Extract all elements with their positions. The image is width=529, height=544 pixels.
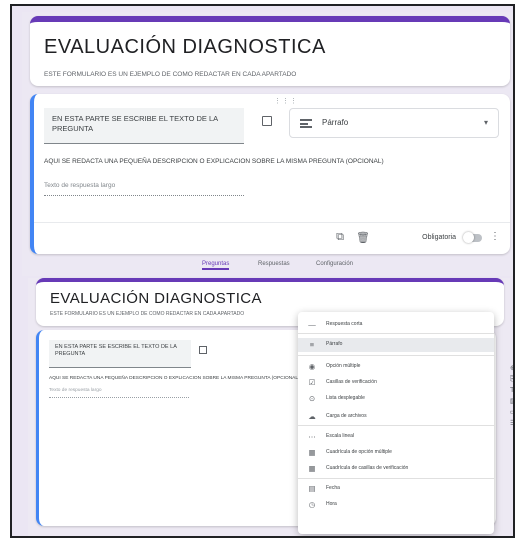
question-type-select[interactable]: Párrafo ▾ xyxy=(289,108,499,138)
menu-divider xyxy=(298,425,494,426)
menu-item-grid[interactable]: ▦ Cuadrícula de opción múltiple xyxy=(298,446,494,460)
menu-item-linear-scale[interactable]: ⋯ Escala lineal xyxy=(298,430,494,444)
menu-item-checkbox[interactable]: ☑ Casillas de verificación xyxy=(298,376,494,390)
tab-respuestas[interactable]: Respuestas xyxy=(258,261,290,267)
checkbox-grid-icon: ▦ xyxy=(308,464,316,473)
add-image-icon[interactable]: ▨ xyxy=(510,398,513,406)
tab-preguntas[interactable]: Preguntas xyxy=(202,261,230,270)
question-footer: ⧉ 🗑 Obligatoria ⋮ xyxy=(34,222,510,254)
question-title-input-small[interactable]: EN ESTA PARTE SE ESCRIBE EL TEXTO DE LA … xyxy=(49,340,191,368)
floating-toolbar-small: ⊕ ⎘ T ▨ ▭ ☰ xyxy=(510,362,513,438)
menu-item-label: Cuadrícula de casillas de verificación xyxy=(326,465,409,471)
question-card[interactable]: ⋮⋮⋮ EN ESTA PARTE SE ESCRIBE EL TEXTO DE… xyxy=(30,94,510,254)
menu-divider xyxy=(298,478,494,479)
required-label: Obligatoria xyxy=(422,234,456,241)
menu-item-short-answer[interactable]: — Respuesta corta xyxy=(298,318,494,332)
grid-icon: ▦ xyxy=(308,448,316,457)
add-image-icon[interactable] xyxy=(262,116,272,126)
menu-item-label: Escala lineal xyxy=(326,433,355,439)
question-description[interactable]: AQUI SE REDACTA UNA PEQUEÑA DESCRIPCION … xyxy=(44,158,384,165)
menu-item-label: Opción múltiple xyxy=(326,363,361,369)
long-answer-placeholder: Texto de respuesta largo xyxy=(44,182,244,196)
short-answer-icon: — xyxy=(308,320,316,329)
question-type-label: Párrafo xyxy=(322,118,349,127)
question-title-input[interactable]: EN ESTA PARTE SE ESCRIBE EL TEXTO DE LA … xyxy=(44,108,244,144)
add-question-icon[interactable]: ⊕ xyxy=(510,365,513,373)
menu-item-dropdown[interactable]: ⊙ Lista desplegable xyxy=(298,392,494,406)
menu-item-label: Cuadrícula de opción múltiple xyxy=(326,449,392,455)
radio-icon: ◉ xyxy=(308,362,316,371)
question-type-menu: — Respuesta corta ≡ Párrafo ◉ Opción múltiple… xyxy=(298,312,494,534)
menu-item-label: Párrafo xyxy=(326,341,343,347)
required-toggle[interactable] xyxy=(463,232,482,243)
date-icon: ▤ xyxy=(308,484,316,493)
menu-item-date[interactable]: ▤ Fecha xyxy=(298,482,494,496)
drag-handle-icon[interactable]: ⋮⋮⋮ xyxy=(274,97,298,105)
upload-icon: ☁ xyxy=(308,412,316,421)
delete-icon[interactable]: 🗑 xyxy=(356,231,370,244)
add-video-icon[interactable]: ▭ xyxy=(510,409,513,417)
menu-item-time[interactable]: ◷ Hora xyxy=(298,498,494,512)
menu-item-paragraph[interactable]: ≡ Párrafo xyxy=(298,338,494,352)
form-title[interactable]: EVALUACIÓN DIAGNOSTICA xyxy=(44,36,326,59)
checkbox-icon: ☑ xyxy=(308,378,316,387)
menu-item-upload[interactable]: ☁ Carga de archivos xyxy=(298,410,494,424)
form-title-small[interactable]: EVALUACIÓN DIAGNOSTICA xyxy=(50,290,262,307)
menu-item-radio[interactable]: ◉ Opción múltiple xyxy=(298,360,494,374)
menu-divider xyxy=(298,333,494,334)
paragraph-icon: ≡ xyxy=(309,340,315,349)
chevron-down-icon: ▾ xyxy=(483,118,488,127)
more-options-icon[interactable]: ⋮ xyxy=(490,231,500,242)
menu-item-label: Fecha xyxy=(326,485,340,491)
add-section-icon[interactable]: ☰ xyxy=(510,420,513,428)
add-image-icon-small[interactable] xyxy=(199,346,207,354)
time-icon: ◷ xyxy=(308,500,316,509)
dropdown-icon: ⊙ xyxy=(308,394,316,403)
menu-item-label: Hora xyxy=(326,501,337,507)
form-description-small[interactable]: ESTE FORMULARIO ES UN EJEMPLO DE COMO RE… xyxy=(50,311,244,317)
menu-item-label: Lista desplegable xyxy=(326,395,365,401)
screenshot-frame: EVALUACIÓN DIAGNOSTICA ESTE FORMULARIO E… xyxy=(10,4,515,538)
import-questions-icon[interactable]: ⎘ xyxy=(510,376,513,384)
add-title-icon[interactable]: T xyxy=(510,387,513,395)
form-description[interactable]: ESTE FORMULARIO ES UN EJEMPLO DE COMO RE… xyxy=(44,71,296,78)
paragraph-icon xyxy=(300,119,312,128)
menu-item-label: Casillas de verificación xyxy=(326,379,377,385)
long-answer-placeholder-small: Texto de respuesta largo xyxy=(49,388,189,398)
menu-item-label: Respuesta corta xyxy=(326,321,363,327)
form-title-card[interactable]: EVALUACIÓN DIAGNOSTICA ESTE FORMULARIO E… xyxy=(30,16,510,86)
menu-item-label: Carga de archivos xyxy=(326,413,367,419)
form-editor-zoomed: EVALUACIÓN DIAGNOSTICA ESTE FORMULARIO E… xyxy=(22,12,513,276)
menu-divider xyxy=(298,355,494,356)
linear-scale-icon: ⋯ xyxy=(308,432,316,441)
duplicate-icon[interactable]: ⧉ xyxy=(336,231,344,244)
question-description-small[interactable]: AQUI SE REDACTA UNA PEQUEÑA DESCRIPCION … xyxy=(49,376,300,381)
menu-item-checkbox-grid[interactable]: ▦ Cuadrícula de casillas de verificación xyxy=(298,462,494,476)
tab-configuracion[interactable]: Configuración xyxy=(316,261,353,267)
